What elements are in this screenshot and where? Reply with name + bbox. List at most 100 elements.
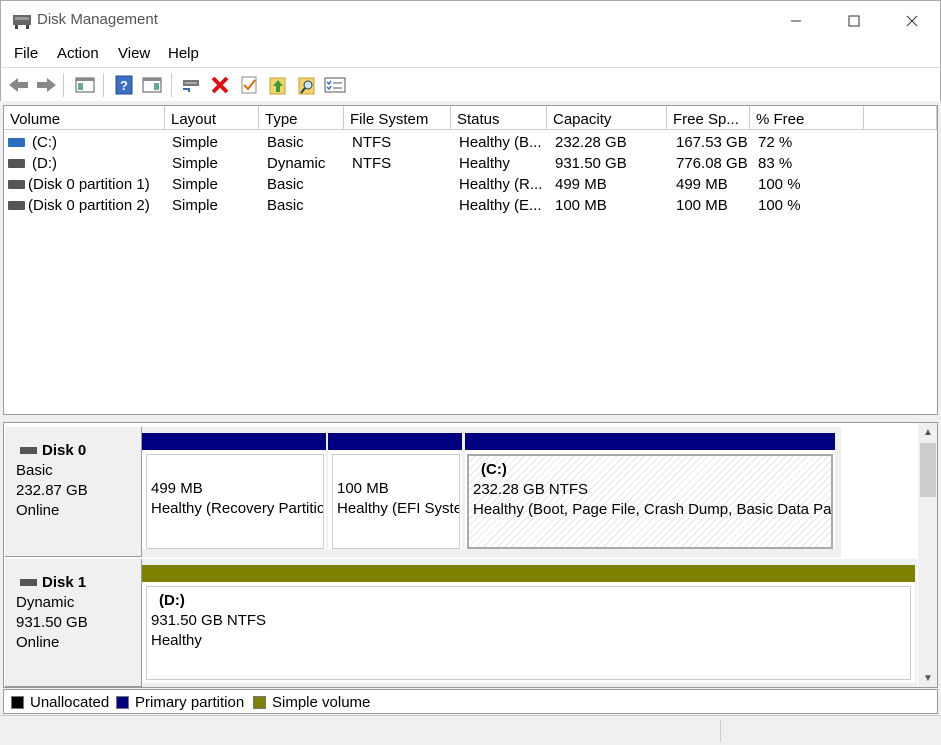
menu-file[interactable]: File [14, 45, 38, 62]
partition-size: 499 MB [151, 480, 203, 497]
disk-size: 931.50 GB [16, 614, 88, 631]
partition-recovery[interactable]: 499 MB Healthy (Recovery Partition) [142, 433, 326, 549]
volume-type: Basic [267, 176, 304, 193]
disk-management-app-icon [13, 15, 31, 29]
partition-size: 100 MB [337, 480, 389, 497]
volume-file-system: NTFS [352, 134, 392, 151]
maximize-icon [848, 15, 860, 27]
search-folder-button[interactable] [295, 73, 319, 97]
primary-partition-bar [328, 433, 462, 450]
partition-d-drive[interactable]: (D:) 931.50 GB NTFS Healthy [142, 565, 915, 683]
disk-name: Disk 1 [16, 573, 141, 593]
vertical-scrollbar[interactable]: ▲ ▼ [918, 423, 937, 687]
connect-disk-icon [183, 80, 199, 92]
scroll-up-icon[interactable]: ▲ [918, 423, 937, 441]
partition-label: (C:) [481, 461, 507, 478]
forward-button[interactable] [34, 73, 58, 97]
disk-1-partitions: (D:) 931.50 GB NTFS Healthy [142, 559, 917, 687]
folder-up-icon [269, 77, 286, 95]
partition-body: 100 MB Healthy (EFI System Partition) [332, 454, 460, 549]
status-bar [0, 715, 941, 745]
column-header-percent-free[interactable]: % Free [750, 106, 864, 130]
table-row[interactable]: (D:) Simple Dynamic NTFS Healthy 931.50 … [4, 153, 937, 174]
menu-help[interactable]: Help [168, 45, 199, 62]
simple-volume-bar [142, 565, 915, 582]
menu-view[interactable]: View [118, 45, 150, 62]
volume-percent-free: 83 % [758, 155, 793, 172]
disk-0-partitions: 499 MB Healthy (Recovery Partition) 100 … [142, 427, 841, 557]
volume-free-space: 100 MB [676, 197, 728, 214]
scroll-down-icon[interactable]: ▼ [918, 669, 937, 687]
table-row[interactable]: (Disk 0 partition 2) Simple Basic Health… [4, 195, 937, 216]
partition-efi[interactable]: 100 MB Healthy (EFI System Partition) [328, 433, 462, 549]
primary-partition-bar [142, 433, 326, 450]
volume-percent-free: 72 % [758, 134, 793, 151]
maximize-button[interactable] [825, 1, 883, 41]
volume-free-space: 776.08 GB [676, 155, 748, 172]
window-title: Disk Management [37, 11, 158, 28]
close-button[interactable] [883, 1, 941, 41]
delete-button[interactable] [208, 73, 232, 97]
pane-splitter[interactable] [3, 415, 938, 422]
volume-name: (Disk 0 partition 1) [28, 176, 150, 193]
delete-icon [211, 76, 229, 94]
column-header-volume[interactable]: Volume [4, 106, 165, 130]
volume-status: Healthy (R... [459, 176, 543, 193]
list-button[interactable] [323, 73, 347, 97]
disk-icon [20, 447, 37, 454]
volume-capacity: 232.28 GB [555, 134, 627, 151]
volume-free-space: 167.53 GB [676, 134, 748, 151]
column-header-status[interactable]: Status [451, 106, 547, 130]
legend: Unallocated Primary partition Simple vol… [3, 689, 938, 714]
check-icon [241, 76, 257, 94]
volume-layout: Simple [172, 134, 218, 151]
status-bar-separator [720, 720, 721, 742]
volume-type: Basic [267, 134, 304, 151]
back-button[interactable] [7, 73, 31, 97]
partition-status: Healthy [151, 632, 202, 649]
table-row[interactable]: (Disk 0 partition 1) Simple Basic Health… [4, 174, 937, 195]
partition-status: Healthy (EFI System Partition) [337, 500, 459, 517]
check-button[interactable] [237, 73, 261, 97]
partition-label: (D:) [159, 592, 185, 609]
connect-disk-button[interactable] [179, 73, 203, 97]
disk-1-label[interactable]: Disk 1 Dynamic 931.50 GB Online [5, 559, 142, 687]
menu-bar: File Action View Help [0, 40, 941, 67]
column-header-capacity[interactable]: Capacity [547, 106, 667, 130]
menu-action[interactable]: Action [57, 45, 99, 62]
table-row[interactable]: (C:) Simple Basic NTFS Healthy (B... 232… [4, 132, 937, 153]
volume-name: (D:) [32, 155, 57, 172]
svg-text:?: ? [120, 78, 128, 93]
column-header-free-space[interactable]: Free Sp... [667, 106, 750, 130]
column-header-file-system[interactable]: File System [344, 106, 451, 130]
volume-layout: Simple [172, 176, 218, 193]
volume-percent-free: 100 % [758, 176, 801, 193]
column-header-layout[interactable]: Layout [165, 106, 259, 130]
partition-c-drive[interactable]: (C:) 232.28 GB NTFS Healthy (Boot, Page … [465, 433, 835, 549]
volume-list: Volume Layout Type File System Status Ca… [3, 105, 938, 415]
search-folder-icon [298, 77, 315, 95]
partition-size: 232.28 GB NTFS [473, 481, 589, 498]
disk-0-label[interactable]: Disk 0 Basic 232.87 GB Online [5, 427, 142, 557]
disk-name: Disk 0 [16, 441, 141, 461]
properties-icon [142, 77, 162, 93]
scroll-thumb[interactable] [920, 443, 936, 497]
volume-free-space: 499 MB [676, 176, 728, 193]
disk-icon [20, 579, 37, 586]
forward-icon [37, 78, 56, 92]
disk-type: Basic [16, 462, 53, 479]
volume-file-system: NTFS [352, 155, 392, 172]
show-hide-console-tree-button[interactable] [73, 73, 97, 97]
help-button[interactable]: ? [112, 73, 136, 97]
toolbar-separator [171, 73, 172, 97]
help-icon: ? [115, 75, 133, 95]
legend-primary-partition: Primary partition [116, 694, 244, 711]
toolbar-separator [63, 73, 64, 97]
column-header-type[interactable]: Type [259, 106, 344, 130]
properties-button[interactable] [140, 73, 164, 97]
volume-capacity: 100 MB [555, 197, 607, 214]
minimize-button[interactable] [767, 1, 825, 41]
folder-up-button[interactable] [266, 73, 290, 97]
volume-status: Healthy (E... [459, 197, 542, 214]
legend-swatch [253, 696, 266, 709]
